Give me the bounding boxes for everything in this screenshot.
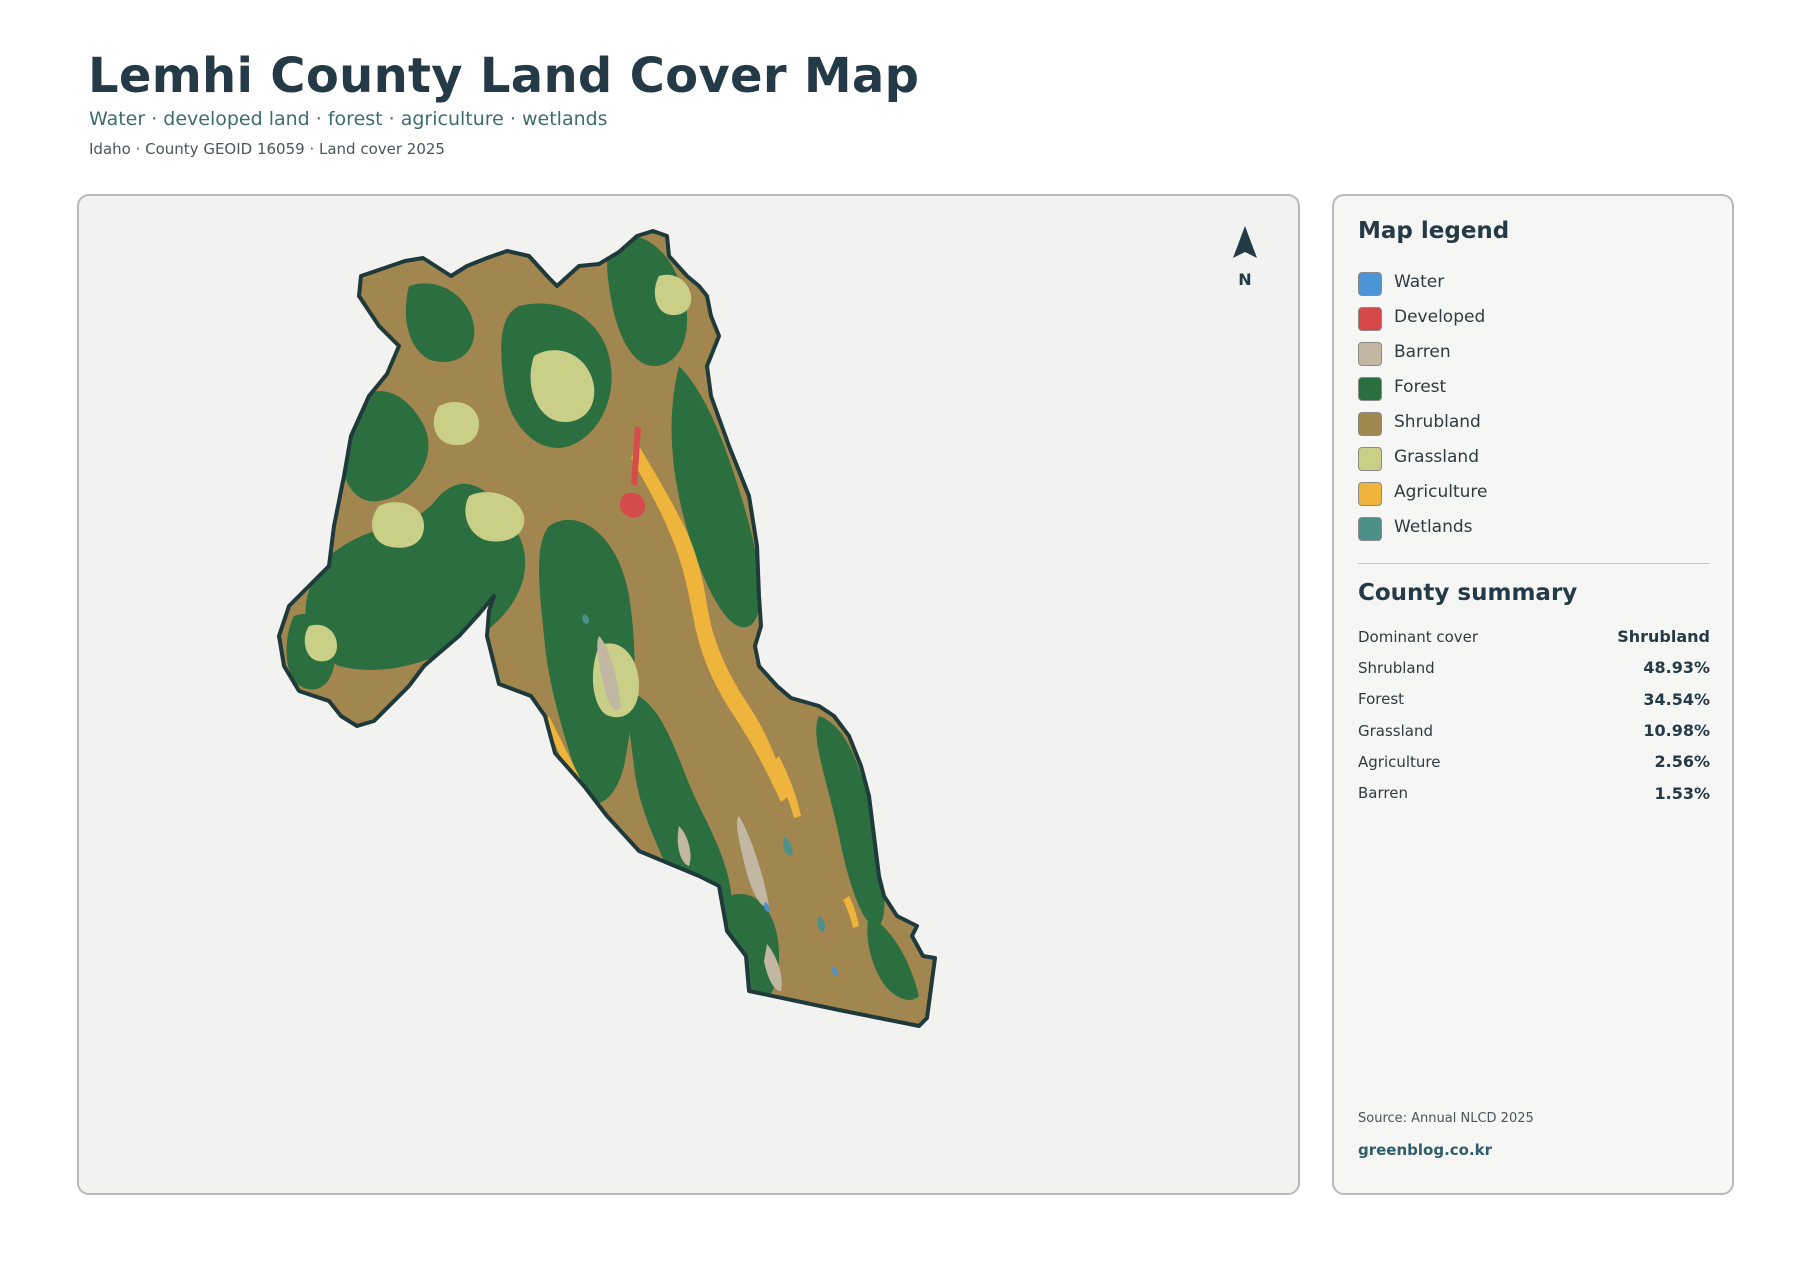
source-note: Source: Annual NLCD 2025: [1358, 1111, 1534, 1126]
brand-link[interactable]: greenblog.co.kr: [1358, 1141, 1492, 1159]
summary-title: County summary: [1358, 580, 1578, 606]
north-arrow: N: [1227, 224, 1263, 289]
legend-item-developed: Developed: [1358, 301, 1488, 336]
summary-label: Forest: [1358, 690, 1405, 709]
legend-item-water: Water: [1358, 266, 1488, 301]
summary-row-grassland: Grassland 10.98%: [1358, 715, 1710, 746]
legend-label: Agriculture: [1394, 481, 1488, 502]
summary-label: Agriculture: [1358, 752, 1441, 771]
legend-list: Water Developed Barren Forest Shrubland …: [1358, 266, 1488, 546]
wetlands-swatch-icon: [1358, 516, 1382, 541]
legend-panel: Map legend Water Developed Barren Forest…: [1332, 194, 1734, 1195]
page-subtitle: Water · developed land · forest · agricu…: [89, 108, 608, 130]
legend-item-forest: Forest: [1358, 371, 1488, 406]
legend-title: Map legend: [1358, 218, 1510, 244]
legend-label: Developed: [1394, 306, 1486, 327]
legend-item-barren: Barren: [1358, 336, 1488, 371]
legend-item-grassland: Grassland: [1358, 441, 1488, 476]
summary-value: 2.56%: [1654, 752, 1710, 772]
summary-value: Shrubland: [1617, 627, 1710, 647]
water-swatch-icon: [1358, 271, 1382, 296]
legend-item-shrubland: Shrubland: [1358, 406, 1488, 441]
summary-row-dominant: Dominant cover Shrubland: [1358, 621, 1710, 652]
north-label: N: [1238, 270, 1252, 289]
developed-swatch-icon: [1358, 306, 1382, 331]
land-cover-map: [277, 229, 937, 1028]
summary-label: Barren: [1358, 784, 1408, 803]
legend-label: Barren: [1394, 341, 1451, 362]
summary-value: 10.98%: [1643, 721, 1710, 741]
legend-item-agriculture: Agriculture: [1358, 476, 1488, 511]
agriculture-swatch-icon: [1358, 481, 1382, 506]
summary-label: Shrubland: [1358, 658, 1435, 677]
legend-label: Shrubland: [1394, 411, 1481, 432]
forest-swatch-icon: [1358, 376, 1382, 401]
legend-label: Water: [1394, 271, 1445, 292]
shrubland-swatch-icon: [1358, 411, 1382, 436]
summary-value: 34.54%: [1643, 689, 1710, 709]
legend-label: Grassland: [1394, 446, 1479, 467]
summary-table: Dominant cover Shrubland Shrubland 48.93…: [1358, 621, 1710, 809]
summary-row-barren: Barren 1.53%: [1358, 777, 1710, 808]
north-arrow-icon: [1233, 226, 1257, 258]
county-land-cover: [279, 231, 935, 1026]
barren-swatch-icon: [1358, 341, 1382, 366]
summary-label: Dominant cover: [1358, 627, 1479, 646]
grassland-swatch-icon: [1358, 446, 1382, 471]
page-title: Lemhi County Land Cover Map: [88, 48, 920, 104]
summary-row-shrubland: Shrubland 48.93%: [1358, 652, 1710, 683]
legend-item-wetlands: Wetlands: [1358, 511, 1488, 546]
page-meta: Idaho · County GEOID 16059 · Land cover …: [89, 140, 445, 158]
summary-row-agriculture: Agriculture 2.56%: [1358, 746, 1710, 777]
summary-row-forest: Forest 34.54%: [1358, 684, 1710, 715]
legend-label: Wetlands: [1394, 516, 1473, 537]
summary-value: 48.93%: [1643, 658, 1710, 678]
legend-divider: [1358, 563, 1710, 564]
summary-value: 1.53%: [1654, 783, 1710, 803]
map-panel: [77, 194, 1300, 1195]
summary-label: Grassland: [1358, 721, 1433, 740]
legend-label: Forest: [1394, 376, 1447, 397]
